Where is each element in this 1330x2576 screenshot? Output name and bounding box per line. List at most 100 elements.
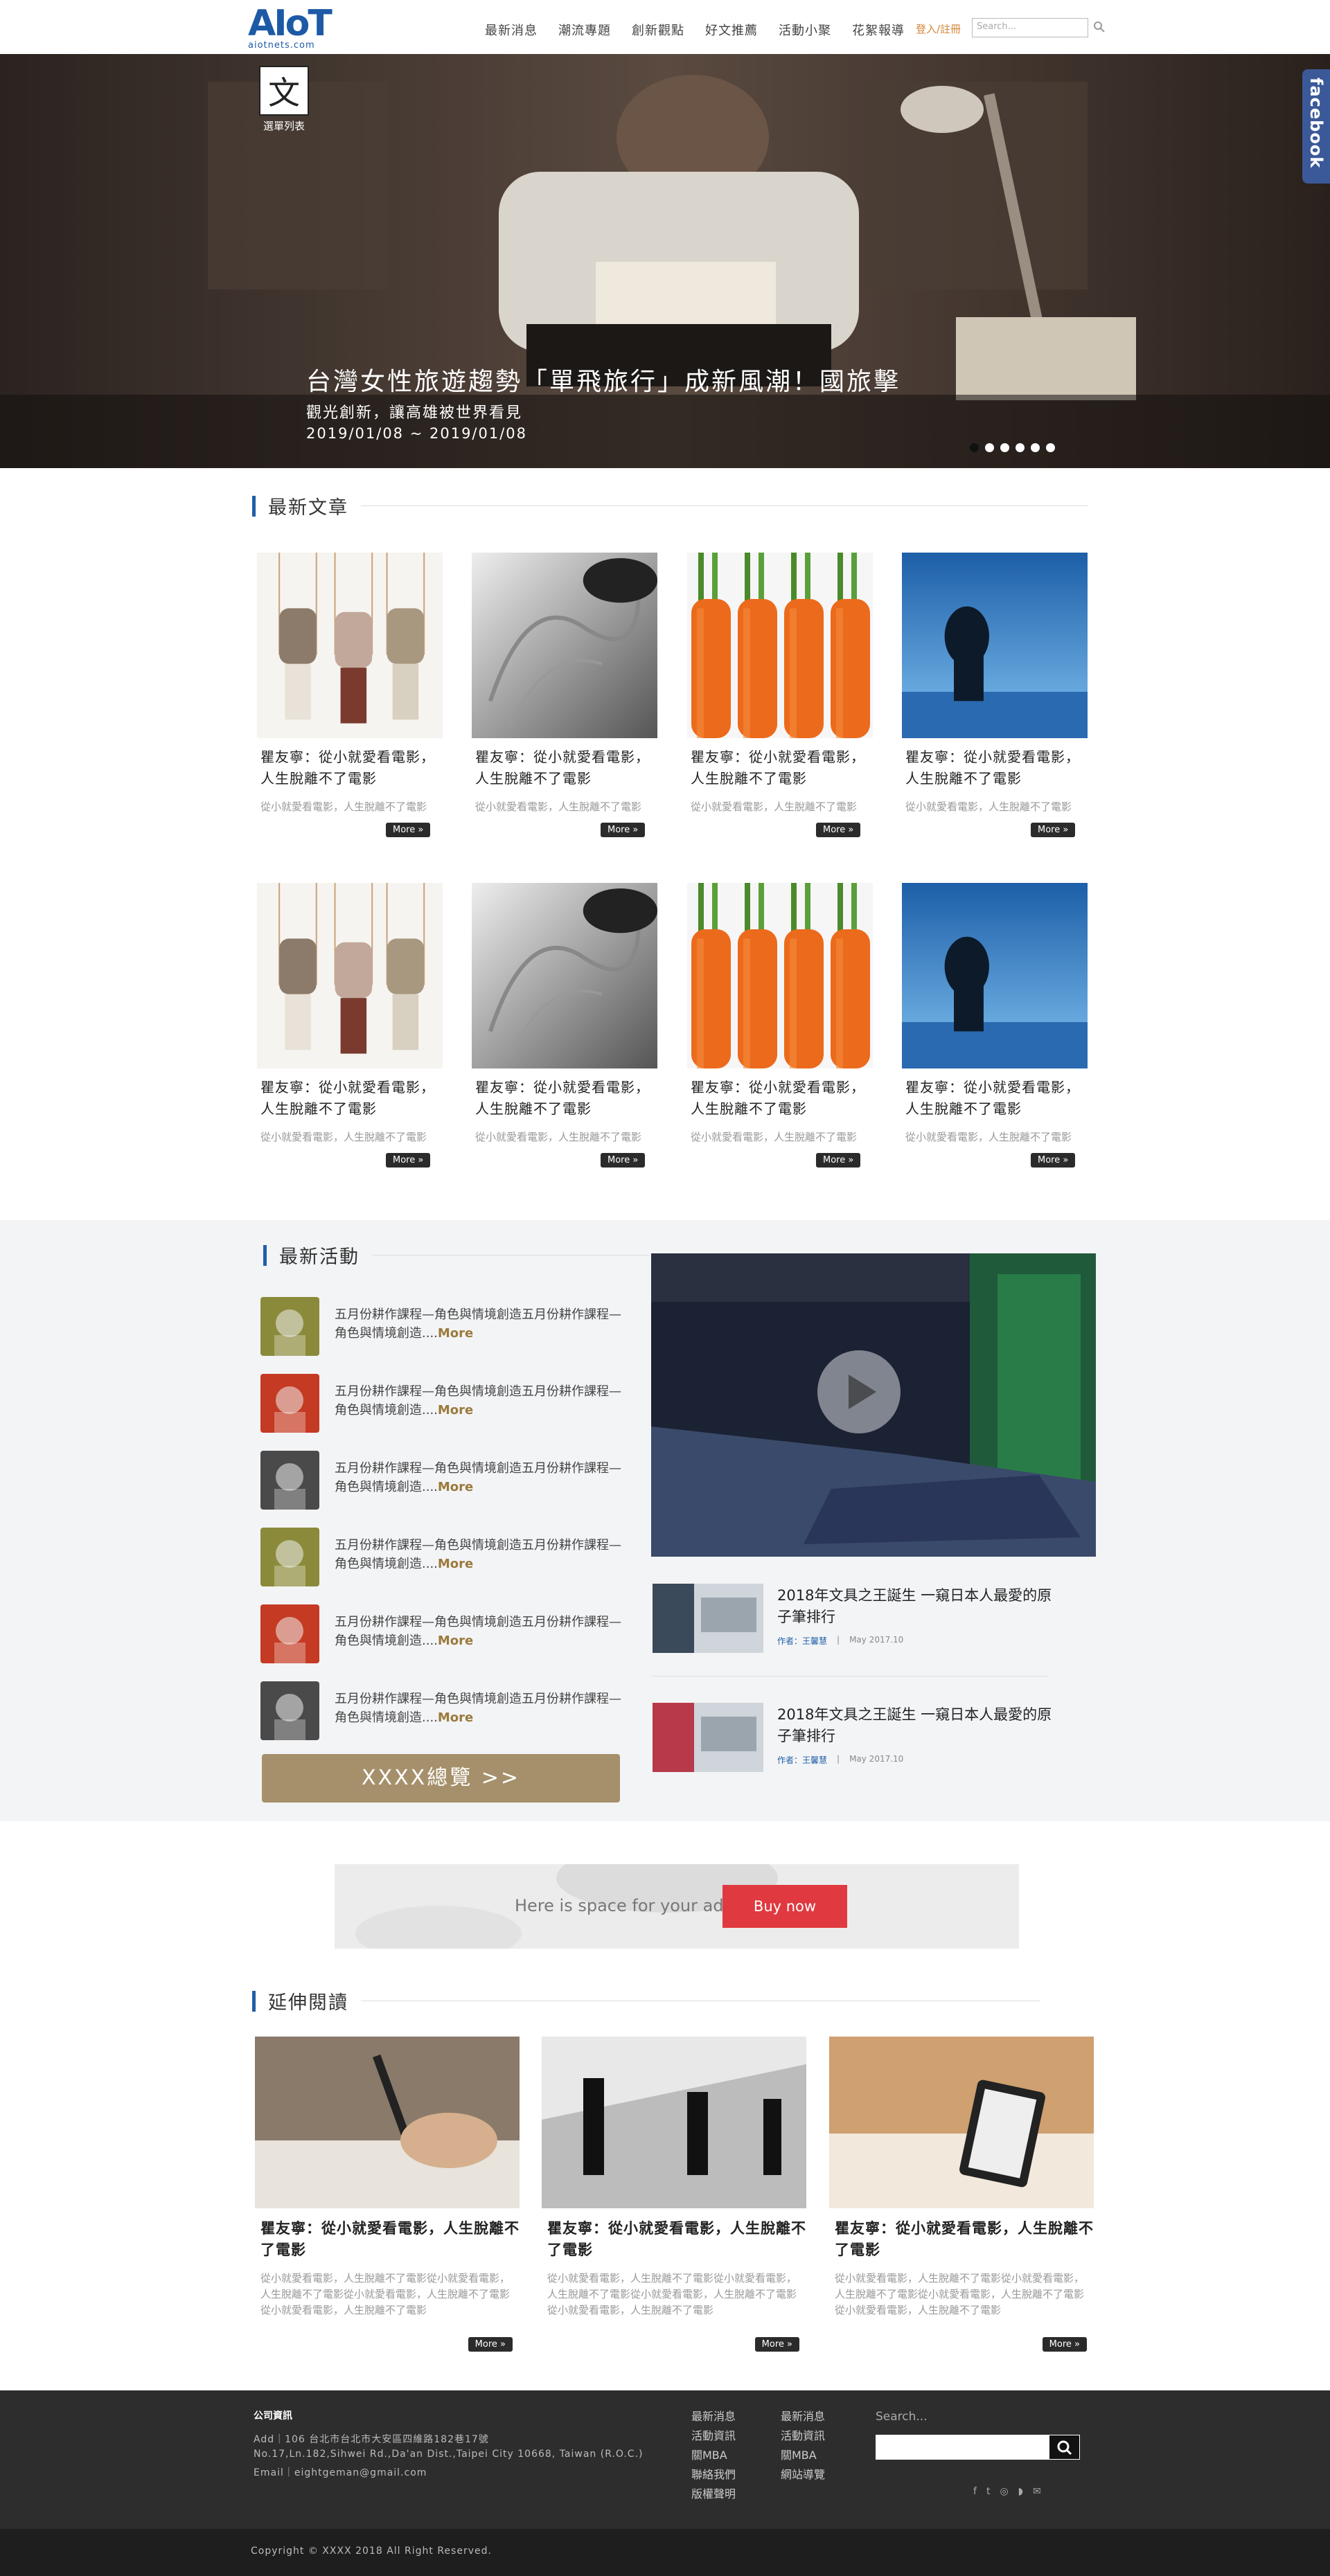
footer-link[interactable]: 關MBA [691, 2446, 736, 2465]
event-more-link[interactable]: More [438, 1403, 473, 1417]
search-icon[interactable] [1093, 21, 1106, 33]
event-more-link[interactable]: More [438, 1634, 473, 1648]
facebook-tab[interactable]: facebook [1302, 69, 1330, 184]
more-button[interactable]: More » [816, 823, 861, 837]
footer-link[interactable]: 最新消息 [691, 2407, 736, 2426]
rss-icon[interactable]: ◗ [1018, 2486, 1023, 2497]
hero-title[interactable]: 台灣女性旅遊趨勢「單飛旅行」成新風潮！國旅擊 [306, 361, 901, 397]
event-item[interactable]: 五月份耕作課程—角色與情境創造五月份耕作課程—角色與情境創造....More [260, 1681, 628, 1744]
article-card[interactable]: 瞿友寧：從小就愛看電影，人生脫離不了電影 從小就愛看電影，人生脫離不了電影 Mo… [902, 553, 1088, 837]
article-image[interactable] [687, 553, 873, 738]
footer-link[interactable]: 活動資訊 [691, 2426, 736, 2446]
article-title[interactable]: 瞿友寧：從小就愛看電影，人生脫離不了電影 [257, 746, 443, 789]
article-card[interactable]: 瞿友寧：從小就愛看電影，人生脫離不了電影 從小就愛看電影，人生脫離不了電影 Mo… [687, 553, 873, 837]
article-image[interactable] [257, 883, 443, 1068]
news-author[interactable]: 作者：王馨慧 [777, 1635, 827, 1647]
event-thumbnail[interactable] [260, 1451, 319, 1510]
reading-image[interactable] [542, 2037, 806, 2208]
nav-item-events[interactable]: 活動小聚 [779, 21, 831, 39]
play-icon[interactable] [817, 1350, 901, 1433]
reading-title[interactable]: 瞿友寧：從小就愛看電影，人生脫離不了電影 [829, 2218, 1094, 2261]
instagram-icon[interactable]: ◎ [1000, 2486, 1008, 2497]
reading-card[interactable]: 瞿友寧：從小就愛看電影，人生脫離不了電影 從小就愛看電影，人生脫離不了電影從小就… [829, 2037, 1094, 2352]
nav-item-news[interactable]: 最新消息 [485, 21, 538, 39]
footer-link[interactable]: 關MBA [781, 2446, 825, 2465]
nav-item-trends[interactable]: 潮流專題 [558, 21, 611, 39]
footer-search-button[interactable] [1049, 2435, 1080, 2460]
article-card[interactable]: 瞿友寧：從小就愛看電影，人生脫離不了電影 從小就愛看電影，人生脫離不了電影 Mo… [687, 883, 873, 1168]
event-more-link[interactable]: More [438, 1480, 473, 1494]
event-item[interactable]: 五月份耕作課程—角色與情境創造五月份耕作課程—角色與情境創造....More [260, 1451, 628, 1513]
article-image[interactable] [257, 553, 443, 738]
news-item[interactable]: 2018年文具之王誕生 一窺日本人最愛的原子筆排行 作者：王馨慧 | May 201… [651, 1703, 1052, 1786]
nav-item-recommended[interactable]: 好文推薦 [705, 21, 758, 39]
article-image[interactable] [472, 553, 657, 738]
article-title[interactable]: 瞿友寧：從小就愛看電影，人生脫離不了電影 [472, 746, 657, 789]
carousel-dot[interactable] [1046, 443, 1055, 452]
carousel-dot[interactable] [985, 443, 994, 452]
buy-now-button[interactable]: Buy now [722, 1885, 847, 1928]
event-item[interactable]: 五月份耕作課程—角色與情境創造五月份耕作課程—角色與情境創造....More [260, 1604, 628, 1667]
article-title[interactable]: 瞿友寧：從小就愛看電影，人生脫離不了電影 [472, 1077, 657, 1120]
nav-item-insights[interactable]: 創新觀點 [632, 21, 684, 39]
news-title[interactable]: 2018年文具之王誕生 一窺日本人最愛的原子筆排行 [777, 1704, 1054, 1747]
reading-card[interactable]: 瞿友寧：從小就愛看電影，人生脫離不了電影 從小就愛看電影，人生脫離不了電影從小就… [542, 2037, 806, 2352]
more-button[interactable]: More » [386, 823, 431, 837]
news-thumbnail[interactable] [653, 1584, 763, 1653]
article-title[interactable]: 瞿友寧：從小就愛看電影，人生脫離不了電影 [687, 1077, 873, 1120]
footer-search-input[interactable] [876, 2435, 1049, 2460]
article-card[interactable]: 瞿友寧：從小就愛看電影，人生脫離不了電影 從小就愛看電影，人生脫離不了電影 Mo… [472, 553, 657, 837]
news-thumbnail[interactable] [653, 1703, 763, 1772]
article-image[interactable] [902, 883, 1088, 1068]
article-card[interactable]: 瞿友寧：從小就愛看電影，人生脫離不了電影 從小就愛看電影，人生脫離不了電影 Mo… [902, 883, 1088, 1168]
carousel-dot[interactable] [1031, 443, 1040, 452]
article-title[interactable]: 瞿友寧：從小就愛看電影，人生脫離不了電影 [687, 746, 873, 789]
article-image[interactable] [472, 883, 657, 1068]
more-button[interactable]: More » [601, 823, 646, 837]
footer-link[interactable]: 最新消息 [781, 2407, 825, 2426]
twitter-icon[interactable]: t [986, 2486, 991, 2497]
more-button[interactable]: More » [386, 1153, 431, 1168]
event-more-link[interactable]: More [438, 1557, 473, 1571]
site-logo[interactable]: AIoT aiotnets.com [248, 4, 332, 53]
menu-list-icon[interactable]: 文 選單列表 [259, 66, 313, 135]
article-title[interactable]: 瞿友寧：從小就愛看電影，人生脫離不了電影 [902, 746, 1088, 789]
more-button[interactable]: More » [754, 2337, 799, 2352]
article-image[interactable] [687, 883, 873, 1068]
carousel-dot[interactable] [1016, 443, 1025, 452]
mail-icon[interactable]: ✉ [1033, 2486, 1041, 2497]
event-thumbnail[interactable] [260, 1681, 319, 1740]
article-image[interactable] [902, 553, 1088, 738]
search-input[interactable]: Search... [972, 18, 1088, 37]
more-button[interactable]: More » [1042, 2337, 1087, 2352]
event-thumbnail[interactable] [260, 1374, 319, 1433]
footer-link[interactable]: 版權聲明 [691, 2485, 736, 2504]
event-thumbnail[interactable] [260, 1528, 319, 1586]
footer-link[interactable]: 網站導覽 [781, 2465, 825, 2485]
news-item[interactable]: 2018年文具之王誕生 一窺日本人最愛的原子筆排行 作者：王馨慧 | May 201… [651, 1584, 1052, 1667]
event-item[interactable]: 五月份耕作課程—角色與情境創造五月份耕作課程—角色與情境創造....More [260, 1374, 628, 1436]
login-link[interactable]: 登入/註冊 [916, 21, 961, 36]
event-video[interactable] [651, 1253, 1096, 1557]
carousel-dot[interactable] [1000, 443, 1009, 452]
more-button[interactable]: More » [1031, 823, 1076, 837]
reading-image[interactable] [255, 2037, 520, 2208]
article-card[interactable]: 瞿友寧：從小就愛看電影，人生脫離不了電影 從小就愛看電影，人生脫離不了電影 Mo… [257, 553, 443, 837]
nav-item-highlights[interactable]: 花絮報導 [852, 21, 905, 39]
facebook-icon[interactable]: f [973, 2486, 977, 2497]
event-item[interactable]: 五月份耕作課程—角色與情境創造五月份耕作課程—角色與情境創造....More [260, 1528, 628, 1590]
more-button[interactable]: More » [601, 1153, 646, 1168]
news-author[interactable]: 作者：王馨慧 [777, 1754, 827, 1766]
reading-card[interactable]: 瞿友寧：從小就愛看電影，人生脫離不了電影 從小就愛看電影，人生脫離不了電影從小就… [255, 2037, 520, 2352]
event-item[interactable]: 五月份耕作課程—角色與情境創造五月份耕作課程—角色與情境創造....More [260, 1297, 628, 1359]
view-all-button[interactable]: XXXX總覽 >> [262, 1754, 620, 1803]
carousel-dot[interactable] [970, 443, 979, 452]
event-more-link[interactable]: More [438, 1710, 473, 1725]
event-more-link[interactable]: More [438, 1326, 473, 1341]
news-title[interactable]: 2018年文具之王誕生 一窺日本人最愛的原子筆排行 [777, 1585, 1054, 1628]
more-button[interactable]: More » [816, 1153, 861, 1168]
event-thumbnail[interactable] [260, 1604, 319, 1663]
more-button[interactable]: More » [1031, 1153, 1076, 1168]
article-card[interactable]: 瞿友寧：從小就愛看電影，人生脫離不了電影 從小就愛看電影，人生脫離不了電影 Mo… [472, 883, 657, 1168]
reading-image[interactable] [829, 2037, 1094, 2208]
